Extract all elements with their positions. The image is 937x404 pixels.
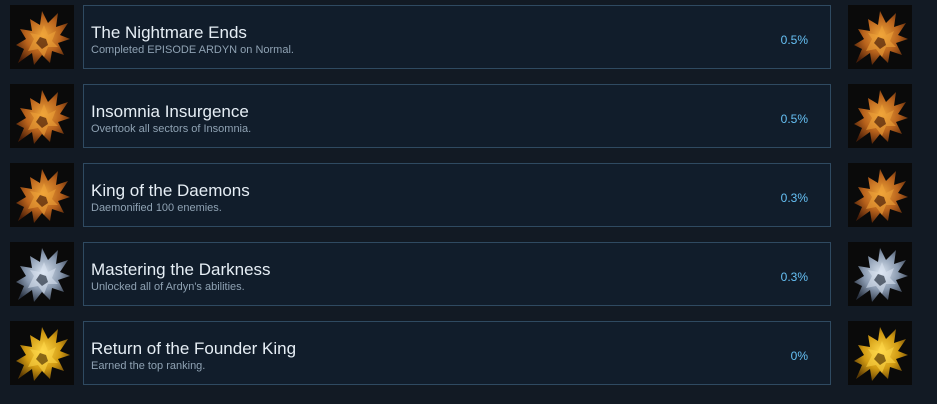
flame-daemon-icon bbox=[10, 321, 74, 385]
flame-daemon-icon bbox=[10, 84, 74, 148]
achievement-card[interactable]: Insomnia Insurgence Overtook all sectors… bbox=[83, 84, 831, 148]
achievement-unlock-percent: 0.3% bbox=[780, 191, 808, 205]
flame-daemon-icon bbox=[848, 163, 912, 227]
achievement-card[interactable]: Return of the Founder King Earned the to… bbox=[83, 321, 831, 385]
achievement-title: Insomnia Insurgence bbox=[91, 102, 249, 121]
achievement-description: Overtook all sectors of Insomnia. bbox=[91, 123, 252, 135]
achievement-row[interactable]: Mastering the Darkness Unlocked all of A… bbox=[0, 242, 937, 306]
achievement-title: Return of the Founder King bbox=[91, 339, 297, 358]
flame-daemon-icon bbox=[848, 5, 912, 69]
achievement-description: Unlocked all of Ardyn's abilities. bbox=[91, 281, 245, 293]
achievement-description: Earned the top ranking. bbox=[91, 360, 206, 372]
achievement-card[interactable]: The Nightmare Ends Completed EPISODE ARD… bbox=[83, 5, 831, 69]
achievement-unlock-percent: 0.5% bbox=[780, 33, 808, 47]
achievement-icon-left bbox=[10, 242, 74, 306]
achievement-icon-right bbox=[848, 5, 912, 69]
achievement-card[interactable]: Mastering the Darkness Unlocked all of A… bbox=[83, 242, 831, 306]
achievement-card[interactable]: King of the Daemons Daemonified 100 enem… bbox=[83, 163, 831, 227]
achievement-icon-left bbox=[10, 5, 74, 69]
achievement-row[interactable]: King of the Daemons Daemonified 100 enem… bbox=[0, 163, 937, 227]
flame-daemon-icon bbox=[848, 242, 912, 306]
achievement-icon-left bbox=[10, 163, 74, 227]
flame-daemon-icon bbox=[10, 5, 74, 69]
achievement-icon-right bbox=[848, 321, 912, 385]
achievement-icon-right bbox=[848, 84, 912, 148]
achievement-title: King of the Daemons bbox=[91, 181, 250, 200]
achievement-list: The Nightmare Ends Completed EPISODE ARD… bbox=[0, 0, 937, 404]
flame-daemon-icon bbox=[10, 163, 74, 227]
achievement-title: The Nightmare Ends bbox=[91, 23, 247, 42]
achievement-icon-left bbox=[10, 321, 74, 385]
achievement-row[interactable]: The Nightmare Ends Completed EPISODE ARD… bbox=[0, 5, 937, 69]
flame-daemon-icon bbox=[848, 84, 912, 148]
flame-daemon-icon bbox=[10, 242, 74, 306]
achievement-unlock-percent: 0% bbox=[790, 349, 808, 363]
flame-daemon-icon bbox=[848, 321, 912, 385]
achievement-description: Completed EPISODE ARDYN on Normal. bbox=[91, 44, 294, 56]
achievement-unlock-percent: 0.3% bbox=[780, 270, 808, 284]
achievement-title: Mastering the Darkness bbox=[91, 260, 271, 279]
achievement-row[interactable]: Return of the Founder King Earned the to… bbox=[0, 321, 937, 385]
achievement-unlock-percent: 0.5% bbox=[780, 112, 808, 126]
achievement-icon-right bbox=[848, 163, 912, 227]
achievement-icon-right bbox=[848, 242, 912, 306]
achievement-row[interactable]: Insomnia Insurgence Overtook all sectors… bbox=[0, 84, 937, 148]
achievement-icon-left bbox=[10, 84, 74, 148]
achievement-description: Daemonified 100 enemies. bbox=[91, 202, 222, 214]
